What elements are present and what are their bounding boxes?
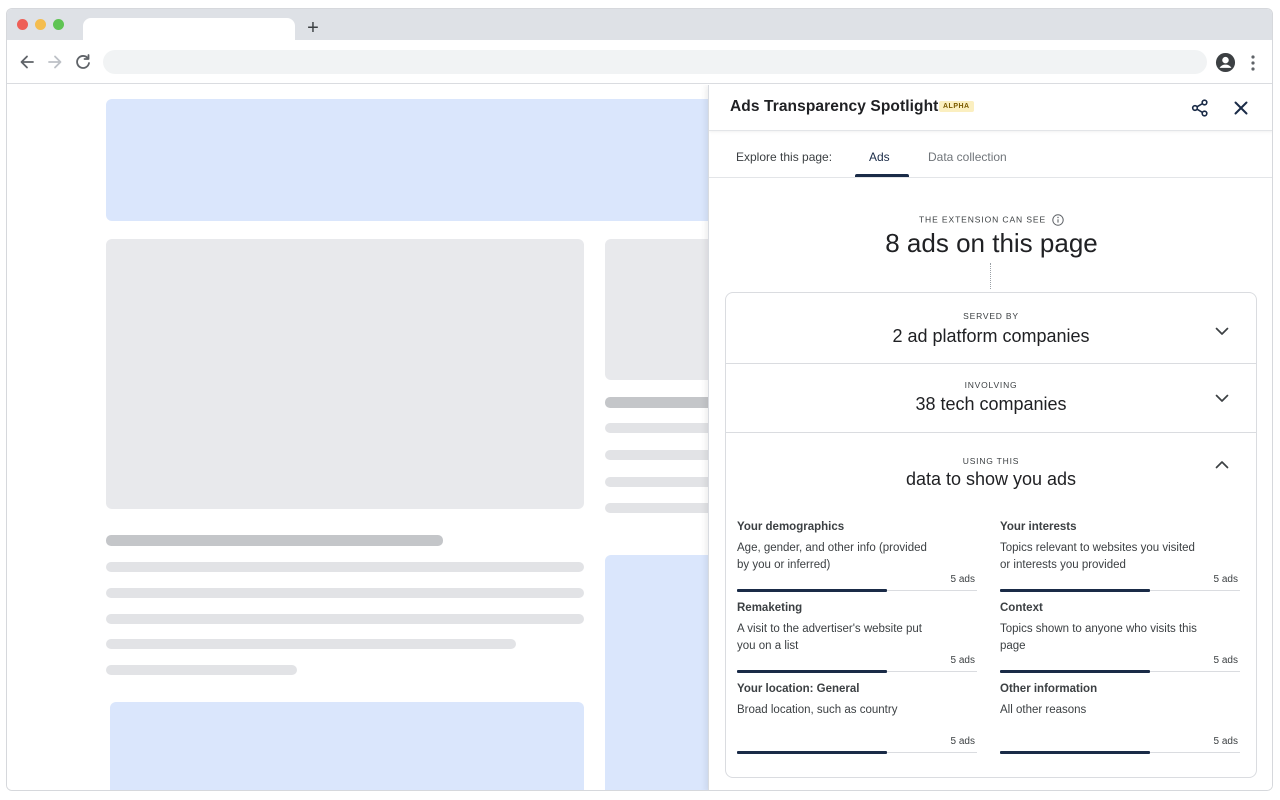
active-tab-indicator (855, 174, 909, 177)
address-bar[interactable] (103, 50, 1207, 74)
panel-tab-bar: Explore this page: Ads Data collection (709, 132, 1272, 178)
data-type-item[interactable]: Your demographics Age, gender, and other… (737, 521, 977, 591)
forward-arrow-icon[interactable] (45, 52, 65, 72)
chevron-up-icon[interactable] (1214, 457, 1230, 473)
tab-ads[interactable]: Ads (869, 150, 890, 164)
info-icon[interactable] (1052, 214, 1064, 226)
reload-icon[interactable] (73, 52, 93, 72)
data-type-description: Topics relevant to websites you visited … (1000, 540, 1200, 574)
section-label: SERVED BY (726, 311, 1256, 321)
data-type-description: Topics shown to anyone who visits this p… (1000, 621, 1200, 655)
dotted-connector (990, 263, 991, 289)
summary-label: THE EXTENSION CAN SEE (919, 214, 1046, 224)
placeholder-text-line (106, 614, 584, 624)
placeholder-text-line (106, 665, 297, 675)
alpha-badge: ALPHA (939, 101, 974, 112)
web-page-content: Ads Transparency Spotlight ALPHA Explore… (7, 85, 1272, 791)
data-type-description: All other reasons (1000, 702, 1200, 719)
data-type-item[interactable]: Remaketing A visit to the advertiser's w… (737, 602, 977, 672)
data-type-count: 5 ads (951, 655, 975, 666)
data-type-item[interactable]: Context Topics shown to anyone who visit… (1000, 602, 1240, 672)
profile-icon[interactable] (1215, 52, 1236, 73)
placeholder-banner (106, 99, 806, 221)
share-icon[interactable] (1190, 98, 1210, 118)
browser-window: + Ads Transparency Spotlight ALPHA (6, 8, 1273, 791)
close-window-button[interactable] (17, 19, 28, 30)
more-vert-icon[interactable] (1247, 53, 1259, 73)
explore-label: Explore this page: (736, 150, 832, 164)
placeholder-text-line (106, 588, 584, 598)
data-type-title: Your demographics (737, 521, 844, 533)
progress-fill (1000, 589, 1150, 592)
chevron-down-icon[interactable] (1214, 390, 1230, 406)
ads-count-heading: 8 ads on this page (709, 228, 1272, 259)
section-value: 2 ad platform companies (726, 326, 1256, 347)
data-type-count: 5 ads (1214, 655, 1238, 666)
progress-fill (737, 589, 887, 592)
tab-strip: + (7, 9, 1272, 40)
section-value: 38 tech companies (726, 394, 1256, 415)
progress-fill (1000, 751, 1150, 754)
data-type-count: 5 ads (951, 736, 975, 747)
extension-side-panel: Ads Transparency Spotlight ALPHA Explore… (708, 85, 1272, 791)
involving-section[interactable]: INVOLVING 38 tech companies (726, 364, 1256, 433)
data-type-title: Other information (1000, 683, 1097, 695)
chevron-down-icon[interactable] (1214, 323, 1230, 339)
data-type-item[interactable]: Other information All other reasons 5 ad… (1000, 683, 1240, 753)
maximize-window-button[interactable] (53, 19, 64, 30)
data-type-description: A visit to the advertiser's website put … (737, 621, 937, 655)
browser-toolbar (7, 40, 1272, 84)
using-this-section[interactable]: USING THIS data to show you ads (726, 433, 1256, 493)
progress-fill (1000, 670, 1150, 673)
data-type-title: Context (1000, 602, 1043, 614)
data-type-title: Your interests (1000, 521, 1076, 533)
panel-header: Ads Transparency Spotlight ALPHA (709, 85, 1272, 131)
data-type-description: Broad location, such as country (737, 702, 937, 719)
new-tab-button[interactable]: + (304, 18, 322, 38)
data-type-title: Your location: General (737, 683, 859, 695)
data-type-count: 5 ads (1214, 574, 1238, 585)
section-label: USING THIS (726, 456, 1256, 466)
ads-breakdown-card: SERVED BY 2 ad platform companies INVOLV… (725, 292, 1257, 778)
placeholder-text-line (106, 562, 584, 572)
placeholder-text-line (106, 639, 516, 649)
summary-label-row: THE EXTENSION CAN SEE (709, 214, 1272, 226)
placeholder-hero-image (106, 239, 584, 509)
section-value: data to show you ads (726, 469, 1256, 490)
placeholder-heading (106, 535, 443, 546)
tab-data-collection[interactable]: Data collection (928, 150, 1007, 164)
placeholder-bottom-image (110, 702, 584, 791)
progress-fill (737, 670, 887, 673)
minimize-window-button[interactable] (35, 19, 46, 30)
browser-tab[interactable] (83, 18, 295, 40)
back-arrow-icon[interactable] (17, 52, 37, 72)
progress-fill (737, 751, 887, 754)
data-type-count: 5 ads (951, 574, 975, 585)
data-type-description: Age, gender, and other info (provided by… (737, 540, 937, 574)
served-by-section[interactable]: SERVED BY 2 ad platform companies (726, 293, 1256, 363)
data-type-title: Remaketing (737, 602, 802, 614)
section-label: INVOLVING (726, 380, 1256, 390)
close-icon[interactable] (1232, 99, 1250, 117)
data-type-item[interactable]: Your interests Topics relevant to websit… (1000, 521, 1240, 591)
data-type-count: 5 ads (1214, 736, 1238, 747)
panel-title: Ads Transparency Spotlight (730, 98, 938, 116)
data-type-item[interactable]: Your location: General Broad location, s… (737, 683, 977, 753)
